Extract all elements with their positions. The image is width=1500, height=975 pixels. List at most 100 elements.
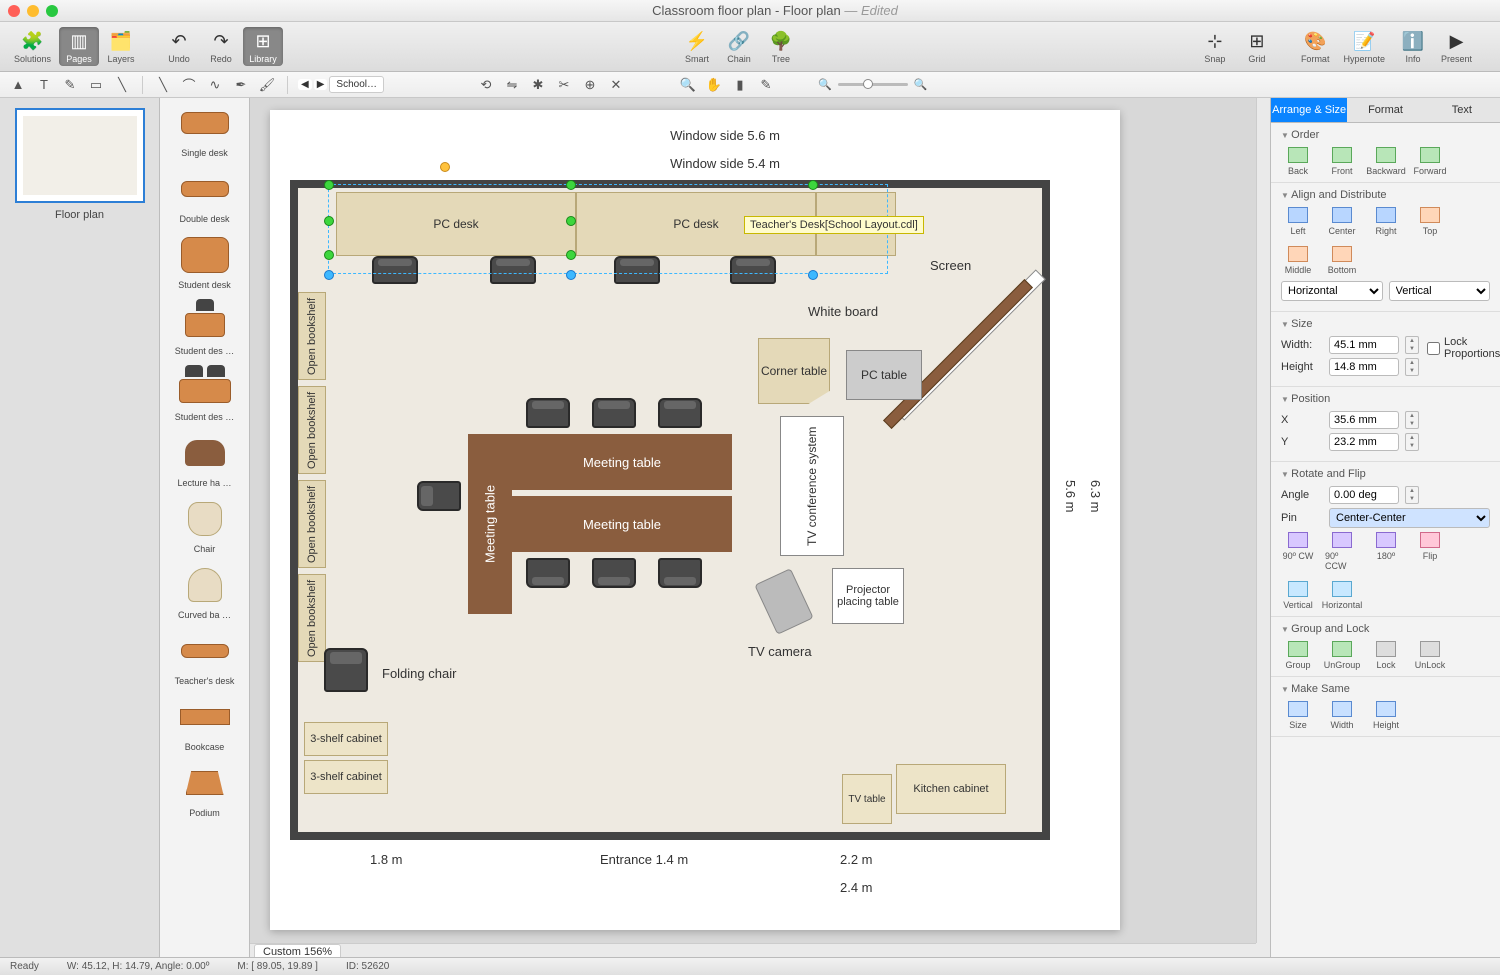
zoom-out-icon[interactable]: 🔍 <box>818 78 832 91</box>
lib-student-des-2[interactable]: Student des … <box>162 366 247 422</box>
hypernote-button[interactable]: 📝Hypernote <box>1337 27 1391 66</box>
format-button[interactable]: 🎨Format <box>1295 27 1336 66</box>
align-middle-button[interactable]: Middle <box>1281 246 1315 275</box>
tab-arrange[interactable]: Arrange & Size <box>1271 98 1347 123</box>
scrollbar-horizontal[interactable]: Custom 156% <box>250 943 1256 957</box>
align-right-button[interactable]: Right <box>1369 207 1403 236</box>
cabinet-shape[interactable]: 3-shelf cabinet <box>304 760 388 794</box>
selection-handle[interactable] <box>324 270 334 280</box>
lib-chair[interactable]: Chair <box>162 498 247 554</box>
folding-chair-shape[interactable] <box>324 648 368 692</box>
snap-tool-icon[interactable]: ✱ <box>528 75 548 95</box>
corner-table-shape[interactable]: Corner table <box>758 338 830 404</box>
height-stepper[interactable]: ▲▼ <box>1405 358 1419 376</box>
selection-handle[interactable] <box>324 216 334 226</box>
office-chair[interactable] <box>658 558 702 588</box>
order-forward-button[interactable]: Forward <box>1413 147 1447 176</box>
selection-handle[interactable] <box>808 270 818 280</box>
spline-tool-icon[interactable]: ∿ <box>205 75 225 95</box>
stamp-tool-icon[interactable]: ▮ <box>730 75 750 95</box>
bookshelf-shape[interactable]: Open bookshelf <box>298 480 326 568</box>
pc-table-shape[interactable]: PC table <box>846 350 922 400</box>
align-center-button[interactable]: Center <box>1325 207 1359 236</box>
unlock-button[interactable]: UnLock <box>1413 641 1447 670</box>
same-width-button[interactable]: Width <box>1325 701 1359 730</box>
meeting-table-top[interactable]: Meeting table <box>512 434 732 490</box>
order-front-button[interactable]: Front <box>1325 147 1359 176</box>
join-tool-icon[interactable]: ⊕ <box>580 75 600 95</box>
distribute-h-select[interactable]: Horizontal <box>1281 281 1383 301</box>
zoom-control[interactable]: 🔍 🔍 <box>818 78 927 91</box>
kitchen-cabinet-shape[interactable]: Kitchen cabinet <box>896 764 1006 814</box>
lib-student-desk[interactable]: Student desk <box>162 234 247 290</box>
tv-camera-shape[interactable] <box>764 574 804 629</box>
pc-desk-1-shape[interactable]: PC desk <box>336 192 576 256</box>
library-button[interactable]: ⊞Library <box>243 27 283 66</box>
projector-table-shape[interactable]: Projector placing table <box>832 568 904 624</box>
bookshelf-shape[interactable]: Open bookshelf <box>298 292 326 380</box>
line-tool-icon[interactable]: ╲ <box>153 75 173 95</box>
lib-curved-back[interactable]: Curved ba … <box>162 564 247 620</box>
office-chair[interactable] <box>372 256 418 284</box>
distribute-v-select[interactable]: Vertical <box>1389 281 1491 301</box>
tab-format[interactable]: Format <box>1347 98 1423 123</box>
office-chair[interactable] <box>614 256 660 284</box>
pos-y-input[interactable] <box>1329 433 1399 451</box>
bookshelf-shape[interactable]: Open bookshelf <box>298 574 326 662</box>
order-back-button[interactable]: Back <box>1281 147 1315 176</box>
height-input[interactable] <box>1329 358 1399 376</box>
eyedropper-icon[interactable]: ✎ <box>756 75 776 95</box>
page-thumbnail[interactable] <box>15 108 145 203</box>
width-input[interactable] <box>1329 336 1399 354</box>
pos-y-stepper[interactable]: ▲▼ <box>1405 433 1419 451</box>
align-left-button[interactable]: Left <box>1281 207 1315 236</box>
order-backward-button[interactable]: Backward <box>1369 147 1403 176</box>
hand-tool-icon[interactable]: ✋ <box>704 75 724 95</box>
zoom-tool-icon[interactable]: 🔍 <box>678 75 698 95</box>
chain-button[interactable]: 🔗Chain <box>719 27 759 66</box>
cabinet-shape[interactable]: 3-shelf cabinet <box>304 722 388 756</box>
pin-select[interactable]: Center-Center <box>1329 508 1490 528</box>
bookshelf-shape[interactable]: Open bookshelf <box>298 386 326 474</box>
library-breadcrumb[interactable]: ◀ ▶ School… <box>298 76 384 93</box>
office-chair[interactable] <box>658 398 702 428</box>
rotation-handle[interactable] <box>440 162 450 172</box>
align-top-button[interactable]: Top <box>1413 207 1447 236</box>
break-tool-icon[interactable]: ✕ <box>606 75 626 95</box>
selection-handle[interactable] <box>566 250 576 260</box>
connector-tool-icon[interactable]: ╲ <box>112 75 132 95</box>
smart-button[interactable]: ⚡Smart <box>677 27 717 66</box>
lock-button[interactable]: Lock <box>1369 641 1403 670</box>
meeting-table-vert[interactable]: Meeting table <box>468 434 512 614</box>
flip-button[interactable]: Flip <box>1413 532 1447 571</box>
info-button[interactable]: ℹ️Info <box>1393 27 1433 66</box>
selection-handle[interactable] <box>324 180 334 190</box>
flip-h-button[interactable]: Horizontal <box>1325 581 1359 610</box>
zoom-in-icon[interactable]: 🔍 <box>914 78 928 91</box>
tv-table-shape[interactable]: TV table <box>842 774 892 824</box>
canvas-area[interactable]: Window side 5.6 m Window side 5.4 m 5.6 … <box>250 98 1270 957</box>
zoom-slider[interactable] <box>838 83 908 86</box>
angle-input[interactable] <box>1329 486 1399 504</box>
edit-tool-icon[interactable]: ✎ <box>60 75 80 95</box>
pos-x-input[interactable] <box>1329 411 1399 429</box>
selection-handle[interactable] <box>808 180 818 190</box>
zoom-icon[interactable] <box>46 5 58 17</box>
arc-tool-icon[interactable]: ⌒ <box>179 75 199 95</box>
zoom-readout[interactable]: Custom 156% <box>254 944 341 957</box>
lib-double-desk[interactable]: Double desk <box>162 168 247 224</box>
pointer-tool-icon[interactable]: ▲ <box>8 75 28 95</box>
mirror-tool-icon[interactable]: ⇋ <box>502 75 522 95</box>
tv-conference-shape[interactable]: TV conference system <box>780 416 844 556</box>
lib-teachers-desk[interactable]: Teacher's desk <box>162 630 247 686</box>
lib-lecture-hall[interactable]: Lecture ha … <box>162 432 247 488</box>
office-chair[interactable] <box>592 558 636 588</box>
align-bottom-button[interactable]: Bottom <box>1325 246 1359 275</box>
selection-handle[interactable] <box>566 270 576 280</box>
undo-button[interactable]: ↶Undo <box>159 27 199 66</box>
rotate-tool-icon[interactable]: ⟲ <box>476 75 496 95</box>
tree-button[interactable]: 🌳Tree <box>761 27 801 66</box>
office-chair[interactable] <box>592 398 636 428</box>
brush-tool-icon[interactable]: 🖌 <box>257 75 277 95</box>
lib-student-des-1[interactable]: Student des … <box>162 300 247 356</box>
